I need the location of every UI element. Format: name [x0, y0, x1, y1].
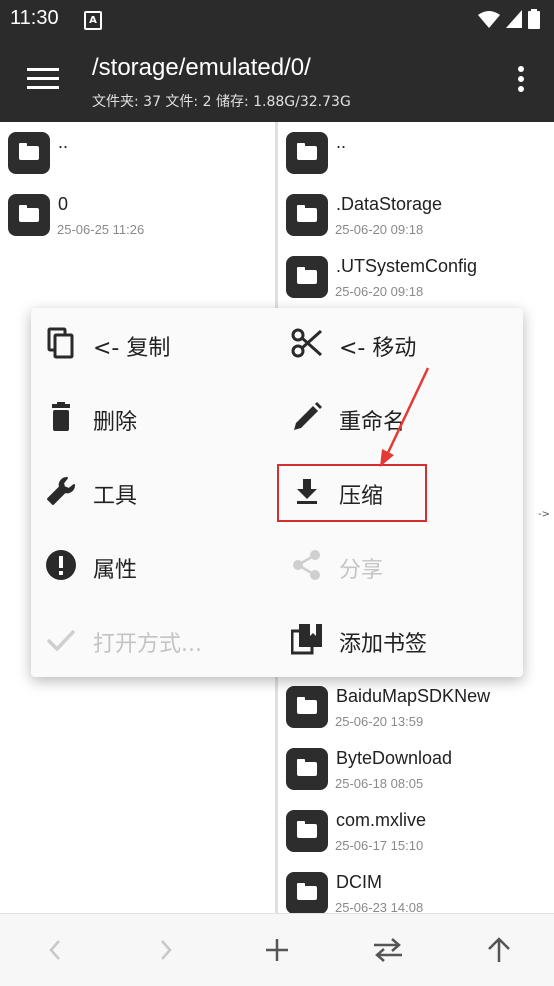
hamburger-menu-icon[interactable]: [27, 68, 59, 92]
folder-icon: [286, 194, 328, 236]
item-name: ..: [58, 132, 69, 152]
list-item[interactable]: .DataStorage 25-06-20 09:18: [278, 184, 554, 246]
list-item[interactable]: ..: [278, 122, 554, 184]
folder-icon: [286, 748, 328, 790]
list-item[interactable]: BaiduMapSDKNew 25-06-20 13:59: [278, 676, 554, 738]
item-date: 25-06-20 09:18: [335, 284, 424, 299]
item-date: 25-06-20 13:59: [335, 714, 424, 729]
storage-summary: 文件夹: 37 文件: 2 储存: 1.88G/32.73G: [92, 94, 351, 110]
item-date: 25-06-18 08:05: [335, 776, 424, 791]
item-name: com.mxlive: [336, 810, 427, 830]
folder-icon: [286, 872, 328, 913]
wrench-icon: [47, 477, 75, 505]
annotation-arrow-icon: [380, 367, 430, 467]
menu-item-label: 工具: [93, 484, 138, 509]
swap-panes-icon[interactable]: [370, 932, 406, 968]
back-icon[interactable]: [37, 932, 73, 968]
menu-item-open-with[interactable]: 打开方式...: [31, 604, 277, 678]
item-date: 25-06-17 15:10: [335, 838, 424, 853]
list-item[interactable]: .UTSystemConfig 25-06-20 09:18: [278, 246, 554, 308]
item-name: ..: [336, 132, 347, 152]
up-directory-icon[interactable]: [481, 932, 517, 968]
item-date: 25-06-25 11:26: [57, 222, 145, 237]
item-name: ByteDownload: [336, 748, 453, 768]
annotation-highlight-box: [277, 464, 427, 522]
battery-icon: [528, 9, 540, 29]
menu-item-share[interactable]: 分享: [277, 530, 523, 604]
item-name: BaiduMapSDKNew: [336, 686, 491, 706]
menu-item-properties[interactable]: 属性: [31, 530, 277, 604]
menu-item-label: 添加书签: [339, 632, 428, 657]
item-name: .UTSystemConfig: [336, 256, 478, 276]
pencil-icon: [294, 402, 322, 430]
share-icon: [293, 550, 320, 580]
scissors-icon: [291, 328, 323, 358]
menu-item-label: <- 移动: [339, 336, 417, 361]
signal-icon: [506, 10, 522, 28]
menu-item-label: <- 复制: [93, 336, 171, 361]
menu-item-label: 分享: [339, 558, 384, 583]
overflow-menu-icon[interactable]: [518, 66, 524, 96]
folder-icon: [286, 810, 328, 852]
menu-item-label: 属性: [93, 558, 138, 583]
add-icon[interactable]: [259, 932, 295, 968]
item-name: DCIM: [336, 872, 382, 892]
status-bar: 11:30 A: [0, 0, 554, 38]
folder-icon: [8, 194, 50, 236]
system-icons: [478, 9, 540, 29]
checkmark-icon: [46, 629, 76, 652]
current-path: /storage/emulated/0/: [92, 54, 311, 81]
item-name: 0: [58, 194, 69, 214]
menu-item-tools[interactable]: 工具: [31, 456, 277, 530]
list-item[interactable]: DCIM 25-06-23 14:08: [278, 862, 554, 913]
app-toolbar: /storage/emulated/0/ 文件夹: 37 文件: 2 储存: 1…: [0, 38, 554, 122]
item-name: .DataStorage: [336, 194, 443, 214]
info-alert-icon: [46, 550, 76, 580]
notification-a-icon: A: [84, 11, 102, 30]
folder-icon: [8, 132, 50, 174]
list-item[interactable]: ..: [0, 122, 275, 184]
list-item[interactable]: com.mxlive 25-06-17 15:10: [278, 800, 554, 862]
bookmark-icon: [291, 624, 322, 655]
copy-icon: [47, 327, 74, 359]
item-date: 25-06-20 09:18: [335, 222, 424, 237]
menu-item-add-bookmark[interactable]: 添加书签: [277, 604, 523, 678]
list-item[interactable]: 0 25-06-25 11:26: [0, 184, 275, 246]
forward-icon[interactable]: [148, 932, 184, 968]
bottom-nav-bar: [0, 913, 554, 986]
menu-item-label: 打开方式...: [93, 632, 202, 657]
item-date: 25-06-23 14:08: [335, 900, 424, 913]
menu-item-delete[interactable]: 删除: [31, 382, 277, 456]
wifi-icon: [478, 11, 500, 28]
trash-icon: [52, 402, 70, 431]
menu-item-copy[interactable]: <- 复制: [31, 308, 277, 382]
folder-icon: [286, 132, 328, 174]
menu-item-label: 删除: [93, 410, 138, 435]
status-time: 11:30: [10, 7, 59, 29]
folder-icon: [286, 686, 328, 728]
list-item[interactable]: ByteDownload 25-06-18 08:05: [278, 738, 554, 800]
pane-direction-hint: ->: [538, 509, 550, 520]
folder-icon: [286, 256, 328, 298]
